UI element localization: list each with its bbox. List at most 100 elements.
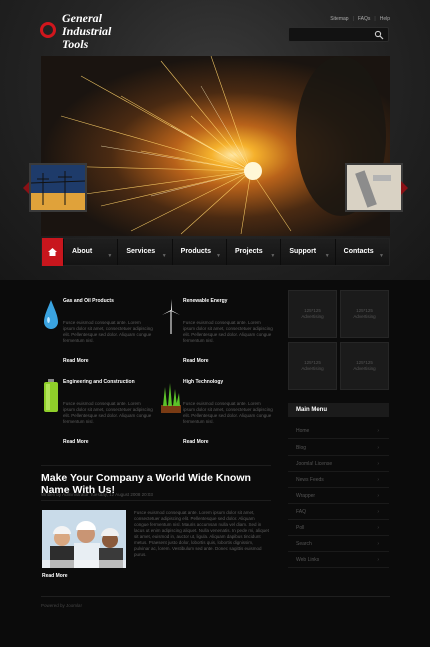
- feature-renewable: Renewable Energy Fusce euismod consequat…: [161, 298, 273, 368]
- chevron-down-icon: ▼: [107, 253, 113, 259]
- read-more-link[interactable]: Read More: [183, 358, 209, 364]
- menu-item-label: Poll: [296, 525, 305, 531]
- nav-item-label: Products: [180, 248, 211, 255]
- menu-item-blog[interactable]: Blog ›: [288, 440, 389, 456]
- feature-text: Fusce euismod consequat ante. Lorem ipsu…: [63, 401, 153, 424]
- menu-item-label: Blog: [296, 445, 307, 451]
- main-menu-title: Main Menu: [288, 403, 389, 417]
- wind-turbine-icon: [162, 299, 180, 334]
- feature-title: Engineering and Construction: [63, 379, 135, 385]
- search-icon[interactable]: [374, 30, 384, 40]
- chevron-down-icon: ▼: [270, 253, 276, 259]
- feature-text: Fusce euismod consequat ante. Lorem ipsu…: [183, 320, 273, 343]
- top-links: Sitemap | FAQs | Help: [330, 16, 390, 22]
- ad-block[interactable]: 125*125 Advertising: [340, 342, 389, 390]
- slider-thumb-left[interactable]: [29, 163, 87, 212]
- nav-item-about[interactable]: About ▼: [63, 239, 117, 265]
- home-icon: [48, 248, 57, 256]
- divider: [41, 500, 271, 501]
- menu-item-label: Home: [296, 428, 310, 434]
- feature-oil-gas: Gas and Oil Products Fusce euismod conse…: [41, 298, 153, 368]
- read-more-link[interactable]: Read More: [63, 358, 89, 364]
- feature-engineering: Engineering and Construction Fusce euism…: [41, 379, 153, 449]
- top-link-separator: |: [374, 16, 376, 22]
- menu-item-web-links[interactable]: Web Links ›: [288, 552, 389, 568]
- feature-text: Fusce euismod consequat ante. Lorem ipsu…: [183, 401, 273, 424]
- menu-item-news-feeds[interactable]: News Feeds ›: [288, 472, 389, 488]
- top-link-help[interactable]: Help: [380, 16, 390, 22]
- menu-item-label: Joomla! License: [296, 461, 333, 467]
- chevron-right-icon: ›: [377, 461, 379, 467]
- nav-home-button[interactable]: [42, 238, 63, 266]
- read-more-link[interactable]: Read More: [42, 573, 68, 579]
- top-link-sitemap[interactable]: Sitemap: [330, 16, 348, 22]
- top-link-faqs[interactable]: FAQs: [358, 16, 371, 22]
- article-text: Fusce euismod consequat ante. Lorem ipsu…: [134, 510, 269, 557]
- ad-label: Advertising: [301, 314, 324, 319]
- feature-title: High Technology: [183, 379, 224, 385]
- chevron-right-icon: ›: [377, 493, 379, 499]
- power-lines-thumbnail: [31, 165, 85, 210]
- menu-item-home[interactable]: Home ›: [288, 423, 389, 439]
- feature-technology: High Technology Fusce euismod consequat …: [161, 379, 273, 449]
- chevron-down-icon: ▼: [216, 253, 221, 259]
- chevron-down-icon: ▼: [161, 253, 167, 259]
- menu-item-label: Wrapper: [296, 493, 316, 499]
- engineers-photo: [42, 510, 126, 568]
- chevron-right-icon: ›: [377, 445, 379, 451]
- footer-divider: [41, 596, 390, 597]
- logo-ring-icon: [40, 22, 56, 38]
- chevron-right-icon: ›: [377, 541, 379, 547]
- chevron-right-icon: ›: [377, 557, 379, 563]
- nav-item-contacts[interactable]: Contacts ▼: [334, 239, 389, 265]
- read-more-link[interactable]: Read More: [183, 439, 209, 445]
- nav-item-services[interactable]: Services ▼: [117, 239, 171, 265]
- ad-label: Advertising: [353, 366, 376, 371]
- main-nav: About ▼ Services ▼ Products ▼ Projects ▼…: [41, 238, 390, 266]
- chevron-down-icon: ▼: [324, 253, 330, 259]
- slider-thumb-right[interactable]: [345, 163, 403, 212]
- feature-title: Renewable Energy: [183, 298, 228, 304]
- nav-item-projects[interactable]: Projects ▼: [225, 239, 280, 265]
- menu-item-license[interactable]: Joomla! License ›: [288, 456, 389, 472]
- menu-item-label: Search: [296, 541, 312, 547]
- article-byline: Written by Administrator Tuesday, 12 Aug…: [41, 492, 153, 497]
- battery-icon: [44, 379, 58, 412]
- hero-image: [41, 56, 390, 236]
- nav-item-products[interactable]: Products ▼: [171, 239, 226, 265]
- feature-title: Gas and Oil Products: [63, 298, 114, 304]
- logo-text: General Industrial Tools: [62, 11, 112, 51]
- grass-icon: [161, 383, 181, 413]
- ad-block[interactable]: 125*125 Advertising: [288, 342, 337, 390]
- nav-item-label: Services: [126, 248, 156, 255]
- chevron-right-icon: ›: [377, 428, 379, 434]
- oil-drop-icon: [44, 300, 58, 329]
- logo[interactable]: General Industrial Tools: [40, 12, 132, 51]
- ad-block[interactable]: 125*125 Advertising: [288, 290, 337, 338]
- chevron-right-icon: ›: [377, 509, 379, 515]
- nav-item-label: Contacts: [343, 248, 374, 255]
- nav-item-label: Projects: [234, 248, 263, 255]
- top-link-separator: |: [352, 16, 354, 22]
- menu-item-faq[interactable]: FAQ ›: [288, 504, 389, 520]
- slider-next-arrow[interactable]: [401, 181, 408, 195]
- menu-item-poll[interactable]: Poll ›: [288, 520, 389, 536]
- footer-text[interactable]: Powered by Joomla!: [41, 603, 82, 608]
- ad-block[interactable]: 125*125 Advertising: [340, 290, 389, 338]
- chevron-right-icon: ›: [377, 525, 379, 531]
- article-photo: [42, 510, 126, 568]
- nav-item-label: About: [72, 248, 93, 255]
- nav-item-support[interactable]: Support ▼: [280, 239, 334, 265]
- menu-item-wrapper[interactable]: Wrapper ›: [288, 488, 389, 504]
- read-more-link[interactable]: Read More: [63, 439, 89, 445]
- sparks-illustration: [50, 56, 386, 235]
- search-input[interactable]: [288, 27, 389, 42]
- ad-label: Advertising: [353, 314, 376, 319]
- menu-item-label: FAQ: [296, 509, 307, 515]
- nav-item-label: Support: [289, 248, 317, 255]
- menu-item-label: News Feeds: [296, 477, 324, 483]
- chevron-right-icon: ›: [377, 477, 379, 483]
- menu-item-search[interactable]: Search ›: [288, 536, 389, 552]
- divider: [41, 465, 271, 466]
- feature-text: Fusce euismod consequat ante. Lorem ipsu…: [63, 320, 153, 343]
